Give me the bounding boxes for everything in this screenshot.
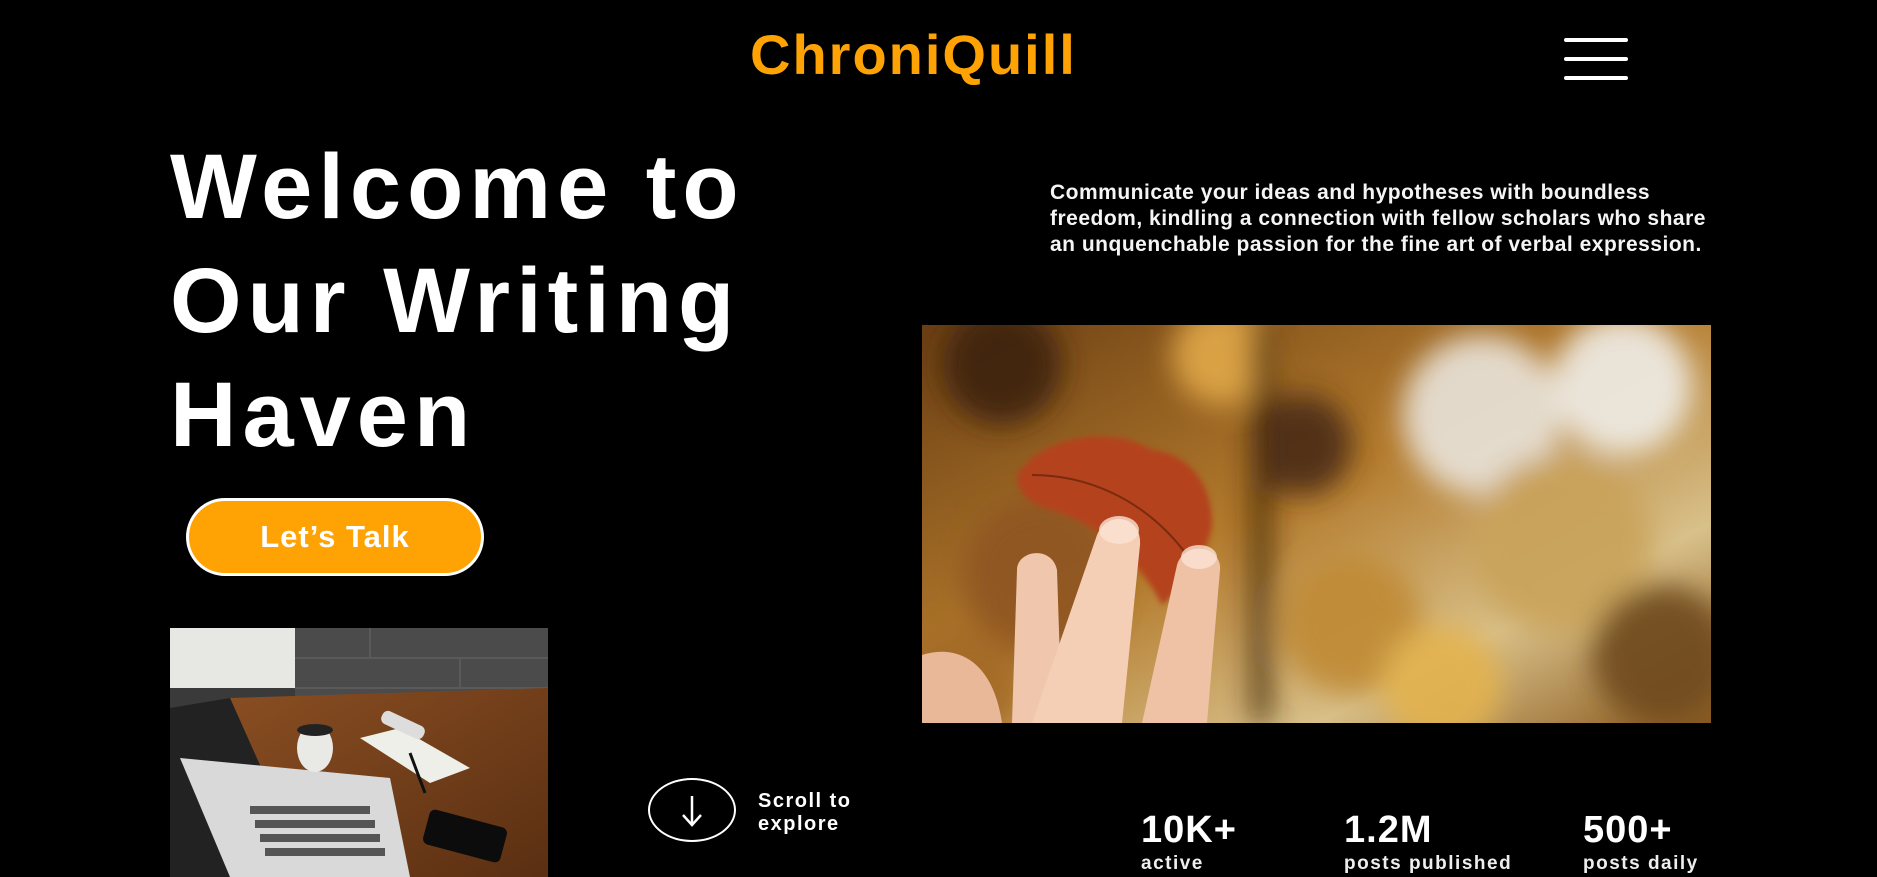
hero-title-line-2: Our Writing (170, 250, 741, 352)
stat-active: 10K+ active (1141, 808, 1237, 876)
stat-value: 500+ (1583, 809, 1673, 851)
hero-title: Welcome to Our Writing Haven (170, 130, 890, 472)
autumn-leaf-photo (922, 325, 1711, 723)
hero-title-line-3: Haven (170, 364, 477, 466)
scroll-down-button[interactable] (648, 778, 736, 842)
menu-bar-top (1564, 38, 1628, 42)
stat-label: posts published (1344, 853, 1513, 874)
hero-tagline: Communicate your ideas and hypotheses wi… (1050, 181, 1706, 256)
hamburger-menu-button[interactable] (1564, 36, 1628, 82)
lets-talk-button[interactable]: Let’s Talk (186, 498, 484, 576)
scroll-label-line-2: explore (758, 813, 840, 835)
menu-bar-bottom (1564, 76, 1628, 80)
stat-posts-daily: 500+ posts daily (1583, 808, 1699, 876)
scroll-label: Scroll to explore (758, 790, 888, 836)
scroll-label-line-1: Scroll to (758, 790, 852, 812)
stat-value: 10K+ (1141, 809, 1237, 851)
hero-title-line-1: Welcome to (170, 136, 745, 238)
arrow-down-icon (682, 796, 702, 827)
stat-posts-published: 1.2M posts published (1344, 808, 1512, 876)
brand-logo[interactable]: ChroniQuill (750, 22, 1077, 88)
desk-workspace-photo (170, 628, 548, 877)
menu-bar-middle (1564, 57, 1628, 61)
stat-label: posts daily (1583, 853, 1699, 874)
stat-value: 1.2M (1344, 809, 1433, 851)
stat-label: active (1141, 853, 1204, 874)
